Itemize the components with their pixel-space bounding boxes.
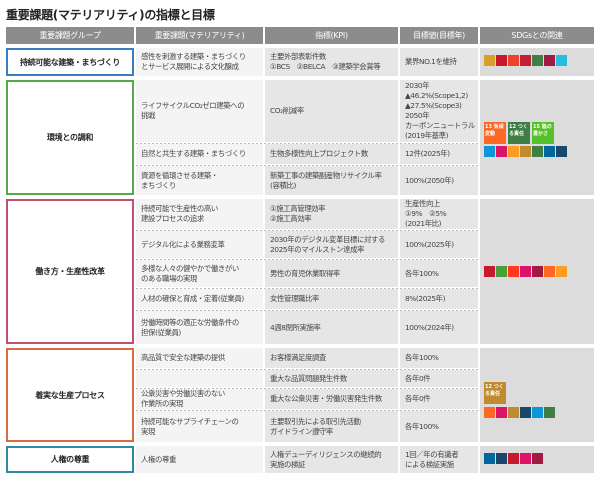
target-cell: 12件(2025年) [400, 144, 478, 164]
header-sdgs: SDGsとの関連 [480, 27, 594, 44]
group2-sdg-icon [508, 146, 519, 157]
group4-sdg-icon [496, 407, 507, 418]
group3-sdg-icon [484, 266, 495, 277]
materiality-cell: デジタル化による業務変革 [136, 231, 263, 258]
group5-sdg-icon [532, 453, 543, 464]
group3-sdg-icon [496, 266, 507, 277]
kpi-cell: ①施工高管理効率 ②施工高効率 [265, 199, 398, 229]
materiality-cell: 感性を刺激する建築・まちづくり とサービス展開による文化醸成 [136, 48, 263, 76]
group3-sdg-icon [508, 266, 519, 277]
materiality-cell: ライフサイクルCO₂ゼロ建築への 挑戦 [136, 80, 263, 142]
group1-sdg-icon [532, 55, 543, 66]
row-separator [136, 310, 478, 311]
materiality-cell: 自然と共生する建築・まちづくり [136, 144, 263, 164]
group5-sdg-icon [508, 453, 519, 464]
row-separator [136, 230, 478, 231]
target-cell: 8%(2025年) [400, 289, 478, 309]
kpi-cell: 2030年のデジタル変革目標に対する 2025年のマイルストン達成率 [265, 231, 398, 258]
group2-sdg-icon [520, 146, 531, 157]
kpi-cell: お客様満足度調査 [265, 348, 398, 368]
group3-sdg-icon [532, 266, 543, 277]
materiality-cell: 持続可能で生産性の高い 建設プロセスの追求 [136, 199, 263, 229]
materiality-cell: 公衆災害や労働災害のない 作業所の実現 [136, 389, 263, 409]
group2-sdg-icon: 15 陸の豊かさ [532, 122, 554, 144]
target-cell: 1回／年の有識者 による検証実施 [400, 446, 478, 473]
target-cell: 各年0件 [400, 389, 478, 409]
target-cell: 100%(2050年) [400, 166, 478, 195]
target-cell: 生産性向上 ①9% ②5% (2021年比) [400, 199, 478, 229]
materiality-cell: 高品質で安全な建築の提供 [136, 348, 263, 368]
materiality-cell: 人材の確保と育成・定着(従業員) [136, 289, 263, 309]
group4-sdg-icon [532, 407, 543, 418]
row-separator [136, 388, 478, 389]
kpi-cell: 女性管理職比率 [265, 289, 398, 309]
group2-sdg-icon [556, 146, 567, 157]
header-kpi: 指標(KPI) [265, 27, 398, 44]
row-separator [136, 410, 478, 411]
materiality-cell: 人権の尊重 [136, 446, 263, 473]
group4-sdg-icon [544, 407, 555, 418]
group5-sdg-icon [520, 453, 531, 464]
group4-sdg-icon [508, 407, 519, 418]
group5-sdg-icon [496, 453, 507, 464]
row-separator [136, 143, 478, 144]
group3-sdg-icon [544, 266, 555, 277]
materiality-cell: 多様な人々の健やかで働きがい のある職場の実現 [136, 260, 263, 287]
group1-sdg-icon [496, 55, 507, 66]
header-target: 目標値(目標年) [400, 27, 478, 44]
header-group: 重要課題グループ [6, 27, 134, 44]
group1-sdg-icon [556, 55, 567, 66]
group2-sdg-icon [496, 146, 507, 157]
kpi-cell: 重大な公衆災害・労働災害発生件数 [265, 389, 398, 409]
row-separator [136, 165, 478, 166]
group1-sdg-icon [544, 55, 555, 66]
group4-sdg-icon: 12 つくる責任 [484, 382, 506, 404]
target-cell: 業界NO.1を維持 [400, 48, 478, 76]
materiality-cell: 持続可能なサプライチェーンの 実現 [136, 411, 263, 442]
materiality-cell [136, 370, 263, 387]
target-cell: 各年100% [400, 348, 478, 368]
kpi-cell: 主要取引先による取引先活動 ガイドライン遵守率 [265, 411, 398, 442]
kpi-cell: 人権デューディリジェンスの継続的 実施の検証 [265, 446, 398, 473]
target-cell: 2030年 ▲46.2%(Scope1,2) ▲27.5%(Scope3) 20… [400, 80, 478, 142]
group2-sdg-icon: 12 つくる責任 [508, 122, 530, 144]
materiality-cell: 資源を循環させる建築・ まちづくり [136, 166, 263, 195]
group1-sdg-icon [484, 55, 495, 66]
group-label: 働き方・生産性改革 [6, 199, 134, 344]
kpi-cell: 重大な品質問題発生件数 [265, 370, 398, 387]
materiality-cell: 労働時間等の適正な労働条件の 担保(従業員) [136, 311, 263, 344]
target-cell: 100%(2025年) [400, 231, 478, 258]
row-separator [136, 259, 478, 260]
group1-sdg-icon [520, 55, 531, 66]
row-separator [136, 288, 478, 289]
kpi-cell: CO₂削減率 [265, 80, 398, 142]
target-cell: 各年100% [400, 411, 478, 442]
row-separator [136, 369, 478, 370]
page-title: 重要課題(マテリアリティ)の指標と目標 [6, 8, 215, 22]
group3-sdg-icon [556, 266, 567, 277]
kpi-cell: 男性の育児休業取得率 [265, 260, 398, 287]
header-materiality: 重要課題(マテリアリティ) [136, 27, 263, 44]
group1-sdg-icon [508, 55, 519, 66]
group5-sdg-icon [484, 453, 495, 464]
group-label: 持続可能な建築・まちづくり [6, 48, 134, 76]
group2-sdg-icon: 13 気候変動 [484, 122, 506, 144]
kpi-cell: 4週8閉所実施率 [265, 311, 398, 344]
target-cell: 100%(2024年) [400, 311, 478, 344]
target-cell: 各年100% [400, 260, 478, 287]
group2-sdg-icon [544, 146, 555, 157]
group2-sdg-icon [484, 146, 495, 157]
group-label: 人権の尊重 [6, 446, 134, 473]
group3-sdg-icon [520, 266, 531, 277]
group-label: 着実な生産プロセス [6, 348, 134, 442]
kpi-cell: 生物多様性向上プロジェクト数 [265, 144, 398, 164]
group4-sdg-icon [520, 407, 531, 418]
target-cell: 各年0件 [400, 370, 478, 387]
group4-sdg-icon [484, 407, 495, 418]
group2-sdg-icon [532, 146, 543, 157]
group-label: 環境との調和 [6, 80, 134, 195]
kpi-cell: 主要外部表彰件数 ①BCS ②BELCA ③建築学会賞等 [265, 48, 398, 76]
kpi-cell: 新築工事の建築副産物リサイクル率 (容積比) [265, 166, 398, 195]
